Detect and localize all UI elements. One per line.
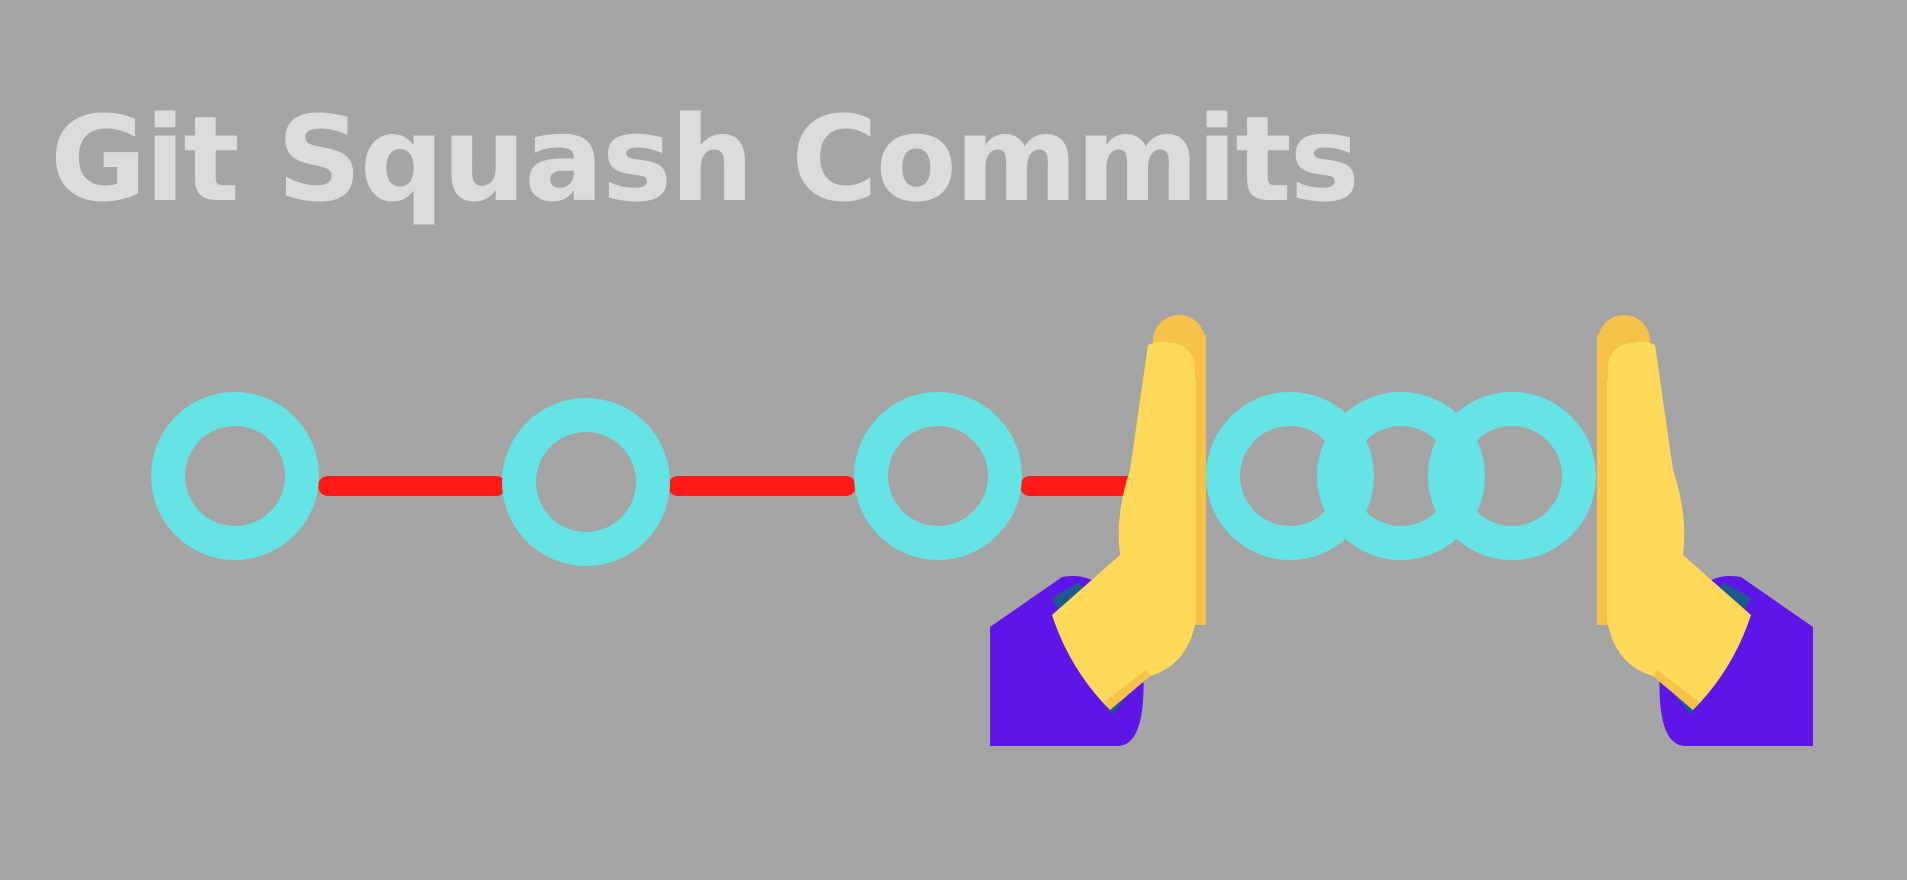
commit-node: [854, 392, 1022, 560]
commit-nodes: [151, 392, 1022, 566]
pushing-hand-icon: [1597, 315, 1813, 746]
commit-node: [502, 398, 670, 566]
squashed-commit-nodes: [1206, 392, 1596, 560]
squash-illustration: [151, 315, 1813, 746]
banner: Git Squash Commits: [0, 0, 1907, 880]
pushing-hand-icon: [990, 315, 1206, 746]
commit-node: [151, 392, 319, 560]
